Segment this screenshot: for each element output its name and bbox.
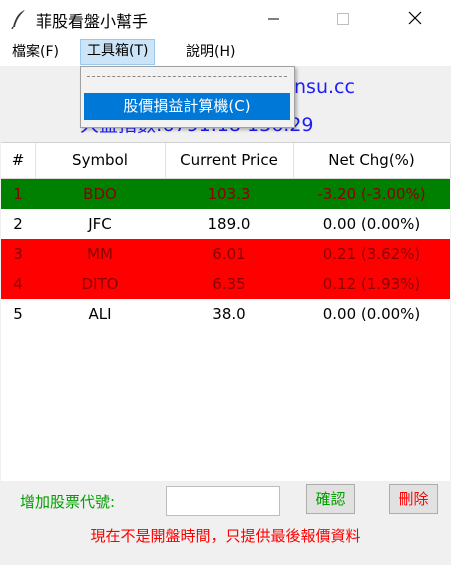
row-price: 103.3 [207,185,251,203]
row-price: 189.0 [207,215,251,233]
row-change: 0.00 (0.00%) [322,305,421,323]
row-change: 0.00 (0.00%) [322,215,421,233]
row-number: 5 [13,305,23,323]
row-number: 3 [13,245,23,263]
close-button[interactable] [392,0,438,38]
table-row[interactable]: 5 ALI 38.0 0.00 (0.00%) [1,299,450,329]
menu-help[interactable]: 說明(H) [180,40,241,64]
row-symbol: JFC [88,215,112,233]
stock-code-input[interactable] [166,486,280,516]
row-symbol: DITO [81,275,119,293]
menu-tools[interactable]: 工具箱(T) [80,39,156,65]
maximize-button[interactable] [320,0,366,38]
menu-file[interactable]: 檔案(F) [6,40,65,64]
header-net-change[interactable]: Net Chg(%) [293,143,451,178]
confirm-button[interactable]: 確認 [306,484,355,514]
menu-tearoff[interactable] [87,76,287,77]
title-bar: 菲股看盤小幫手 [0,0,451,38]
row-change: 0.12 (1.93%) [322,275,421,293]
bottom-panel: 增加股票代號: 確認 刪除 現在不是開盤時間，只提供最後報價資料 [0,481,451,565]
row-number: 4 [13,275,23,293]
row-price: 6.01 [212,245,246,263]
row-symbol: MM [87,245,113,263]
window-title: 菲股看盤小幫手 [36,12,149,31]
add-stock-label: 增加股票代號: [20,493,116,511]
row-change: -3.20 (-3.00%) [317,185,426,203]
table-header: # Symbol Current Price Net Chg(%) [1,143,451,179]
market-closed-notice: 現在不是開盤時間，只提供最後報價資料 [90,527,361,545]
menu-bar: 檔案(F) 工具箱(T) 說明(H) [0,38,451,66]
header-symbol[interactable]: Symbol [35,143,166,178]
stock-table: # Symbol Current Price Net Chg(%) 1 BDO 10… [1,142,451,482]
table-row[interactable]: 3 MM 6.01 0.21 (3.62%) [1,239,450,269]
table-row[interactable]: 1 BDO 103.3 -3.20 (-3.00%) [1,179,450,209]
row-price: 6.35 [212,275,246,293]
minimize-button[interactable] [250,0,296,38]
menu-item-profit-calculator[interactable]: 股價損益計算機(C) [84,93,290,120]
row-number: 1 [13,185,23,203]
table-row[interactable]: 4 DITO 6.35 0.12 (1.93%) [1,269,450,299]
row-change: 0.21 (3.62%) [322,245,421,263]
site-link[interactable]: nsu.cc [294,76,355,98]
header-current-price[interactable]: Current Price [165,143,294,178]
row-price: 38.0 [212,305,246,323]
row-symbol: BDO [83,185,117,203]
row-number: 2 [13,215,23,233]
delete-button[interactable]: 刪除 [389,484,438,514]
row-symbol: ALI [88,305,112,323]
table-row[interactable]: 2 JFC 189.0 0.00 (0.00%) [1,209,450,239]
header-number[interactable]: # [1,143,36,178]
feather-icon [11,10,25,29]
tools-dropdown-menu: 股價損益計算機(C) [80,66,295,128]
